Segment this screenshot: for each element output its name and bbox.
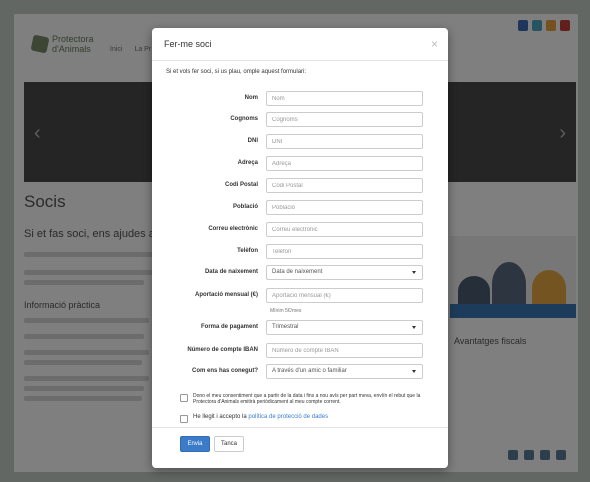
- form-row-aportacio: Aportació mensual (€): [152, 288, 448, 304]
- poblacio-label: Població: [232, 204, 258, 210]
- privacy-row: He llegit i accepto la política de prote…: [180, 414, 328, 423]
- modal-footer: Envia Tanca: [152, 427, 448, 468]
- codi-postal-input[interactable]: [266, 178, 423, 193]
- consent-row: Dono el meu consentiment que a partir de…: [180, 393, 423, 405]
- caret-down-icon: [412, 271, 416, 274]
- close-button[interactable]: Tanca: [214, 436, 244, 452]
- caret-down-icon: [412, 326, 416, 329]
- data-naixement-value: Data de naixement: [272, 269, 323, 275]
- modal-header: Fer-me soci ×: [152, 28, 448, 61]
- form-row-nom: Nom: [152, 91, 448, 107]
- consent-text: Dono el meu consentiment que a partir de…: [193, 393, 421, 405]
- cognoms-label: Cognoms: [230, 116, 258, 122]
- nom-label: Nom: [244, 95, 258, 101]
- cognoms-input[interactable]: [266, 112, 423, 127]
- iban-input[interactable]: [266, 343, 423, 358]
- form-row-correu: Correu electrònic: [152, 222, 448, 238]
- com-conegut-label: Com ens has conegut?: [191, 368, 258, 374]
- forma-pagament-select[interactable]: Trimestral: [266, 320, 423, 335]
- consent-checkbox[interactable]: [180, 394, 188, 402]
- poblacio-input[interactable]: [266, 200, 423, 215]
- membership-modal: Fer-me soci × Si et vols fer soci, si us…: [152, 28, 448, 468]
- telefon-label: Telèfon: [237, 248, 258, 254]
- email-field[interactable]: [266, 222, 423, 237]
- form-row-poblacio: Població: [152, 200, 448, 216]
- form-row-data-naixement: Data de naixement Data de naixement: [152, 265, 448, 281]
- form-row-forma-pagament: Forma de pagament Trimestral: [152, 320, 448, 336]
- form-row-adreca: Adreça: [152, 156, 448, 172]
- form-row-cognoms: Cognoms: [152, 112, 448, 128]
- aportacio-input[interactable]: [266, 288, 423, 303]
- privacy-text: He llegit i accepto la política de prote…: [193, 414, 328, 420]
- aportacio-label: Aportació mensual (€): [194, 292, 258, 298]
- privacy-checkbox[interactable]: [180, 415, 188, 423]
- adreca-input[interactable]: [266, 156, 423, 171]
- form-row-telefon: Telèfon: [152, 244, 448, 260]
- data-naixement-select[interactable]: Data de naixement: [266, 265, 423, 280]
- iban-label: Número de compte IBAN: [187, 347, 258, 353]
- dni-label: DNI: [247, 138, 258, 144]
- privacy-policy-link[interactable]: política de protecció de dades: [248, 414, 328, 420]
- forma-pagament-label: Forma de pagament: [200, 324, 258, 330]
- form-intro: Si et vols fer soci, si us plau, omple a…: [166, 69, 307, 75]
- com-conegut-value: A través d'un amic o familiar: [272, 368, 347, 374]
- form-row-com-conegut: Com ens has conegut? A través d'un amic …: [152, 364, 448, 380]
- nom-input[interactable]: [266, 91, 423, 106]
- telefon-input[interactable]: [266, 244, 423, 259]
- privacy-prefix: He llegit i accepto la: [193, 414, 247, 420]
- caret-down-icon: [412, 370, 416, 373]
- adreca-label: Adreça: [237, 160, 258, 166]
- form-row-codi-postal: Codi Postal: [152, 178, 448, 194]
- codi-postal-label: Codi Postal: [224, 182, 258, 188]
- com-conegut-select[interactable]: A través d'un amic o familiar: [266, 364, 423, 379]
- dni-input[interactable]: [266, 134, 423, 149]
- data-naixement-label: Data de naixement: [204, 269, 258, 275]
- forma-pagament-value: Trimestral: [272, 324, 299, 330]
- form-row-iban: Número de compte IBAN: [152, 343, 448, 359]
- submit-button[interactable]: Envia: [180, 436, 210, 452]
- modal-title: Fer-me soci: [164, 39, 212, 49]
- aportacio-help: Mínim 5€/mes: [270, 308, 302, 314]
- close-icon[interactable]: ×: [431, 37, 438, 51]
- form-row-dni: DNI: [152, 134, 448, 150]
- correu-label: Correu electrònic: [208, 226, 258, 232]
